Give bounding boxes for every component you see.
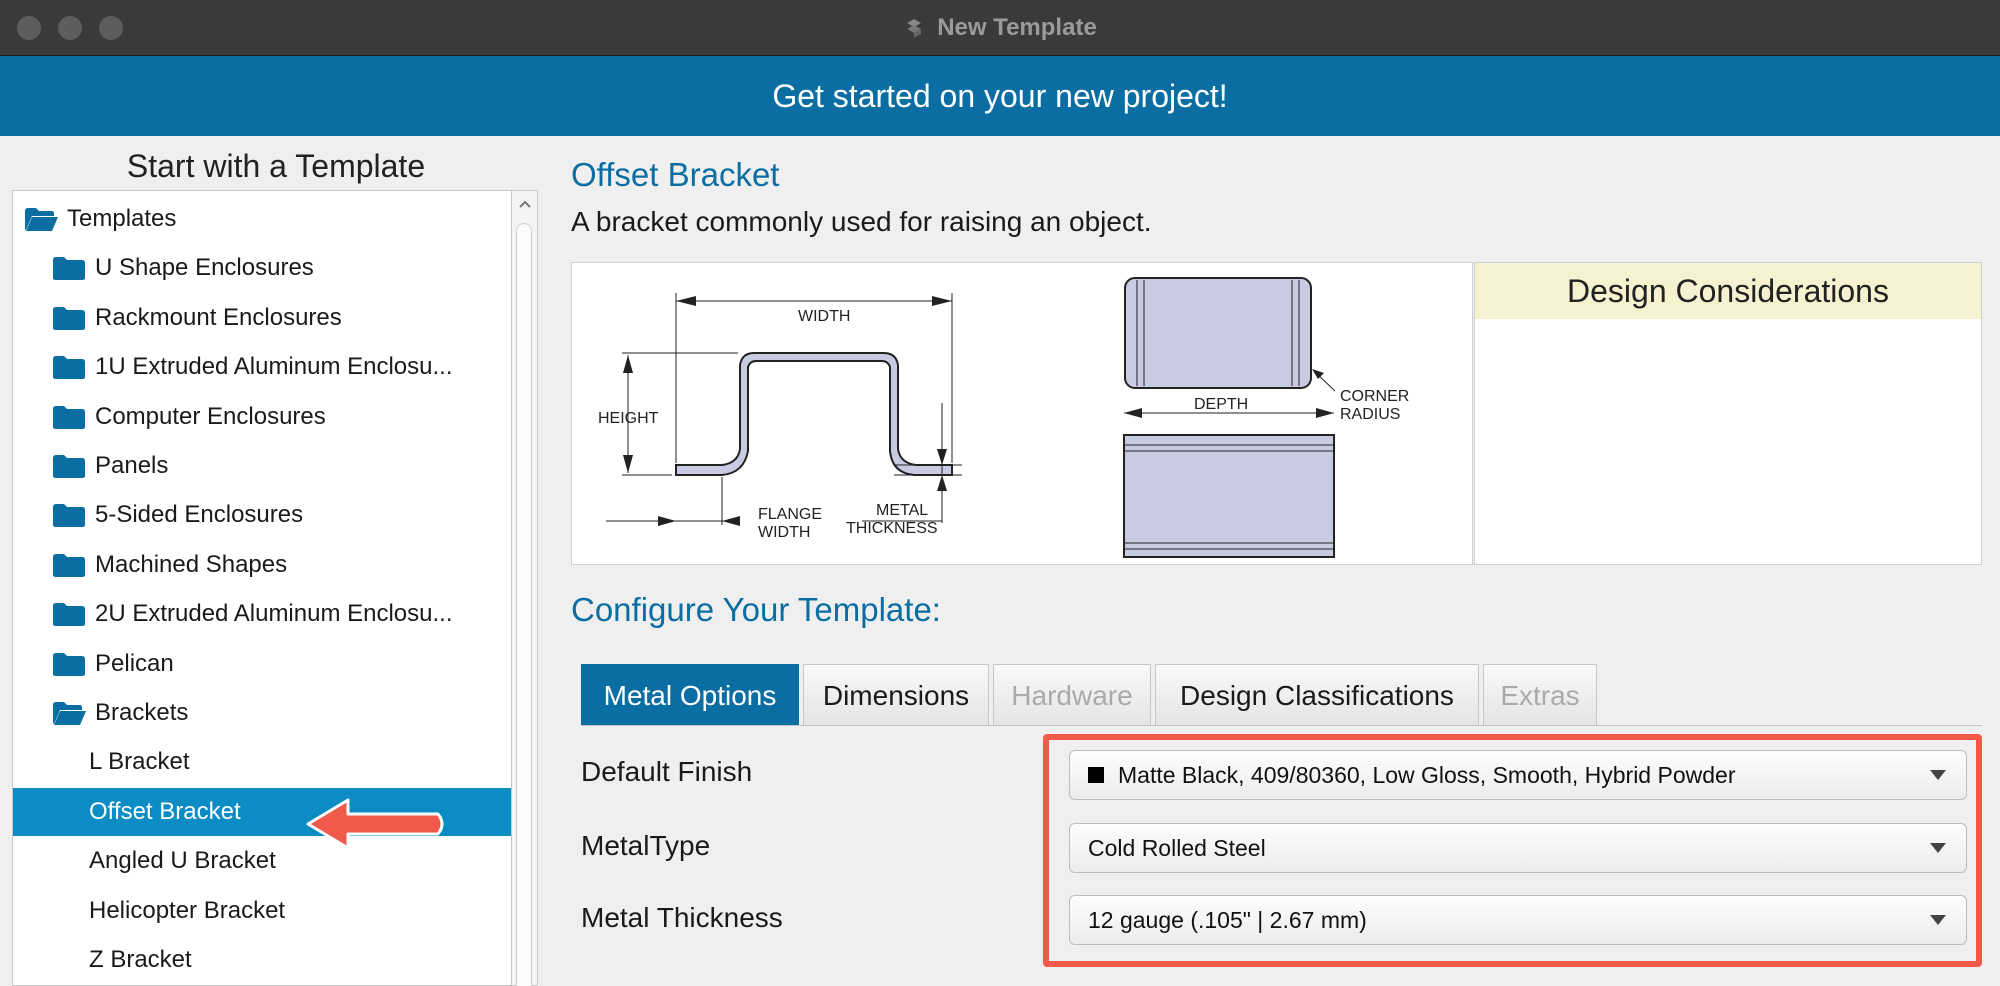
bracket-profile — [675, 352, 953, 476]
folder-icon — [53, 306, 85, 330]
tree-item-brackets[interactable]: Brackets — [13, 689, 511, 737]
tab-design-classifications[interactable]: Design Classifications — [1155, 664, 1479, 726]
folder-icon — [53, 652, 85, 676]
folder-open-icon — [53, 702, 86, 725]
tree-item-1u-extruded-aluminum-enclosu[interactable]: 1U Extruded Aluminum Enclosu... — [13, 343, 511, 391]
tab-dimensions[interactable]: Dimensions — [803, 664, 989, 726]
tree-item-templates[interactable]: Templates — [13, 195, 511, 243]
finish-color-swatch — [1088, 767, 1104, 783]
tree-item-label: Z Bracket — [89, 946, 192, 973]
template-tree[interactable]: Templates U Shape Enclosures Rackmount Enc… — [12, 190, 512, 986]
tab-hardware[interactable]: Hardware — [993, 664, 1151, 726]
metal-thickness-label-2: THICKNESS — [846, 520, 938, 537]
template-description: A bracket commonly used for raising an o… — [571, 206, 1152, 237]
folder-icon — [53, 553, 85, 577]
window-title-wrap: New Template — [0, 0, 2000, 56]
template-tree-scrollbar[interactable] — [512, 190, 538, 986]
chevron-down-icon — [1930, 843, 1946, 853]
metal-type-label: MetalType — [581, 830, 711, 861]
tree-item-label: 5-Sided Enclosures — [95, 501, 304, 529]
folder-icon — [53, 405, 85, 429]
tree-item-label: Pelican — [95, 649, 174, 677]
height-label: HEIGHT — [598, 410, 659, 427]
corner-radius-label-1: CORNER — [1340, 388, 1409, 405]
tree-item-label: 2U Extruded Aluminum Enclosu... — [95, 600, 453, 628]
app-icon — [907, 19, 922, 38]
tree-item-label: Computer Enclosures — [95, 402, 326, 430]
tree-item-l-bracket[interactable]: L Bracket — [13, 738, 511, 786]
folder-open-icon — [25, 208, 58, 231]
tree-item-helicopter-bracket[interactable]: Helicopter Bracket — [13, 887, 511, 935]
tree-item-label: Rackmount Enclosures — [95, 303, 342, 331]
tab-metal-options[interactable]: Metal Options — [581, 664, 799, 726]
scrollbar-thumb[interactable] — [516, 223, 532, 986]
configure-title: Configure Your Template: — [571, 591, 941, 628]
folder-icon — [53, 504, 85, 528]
tree-item-label: Angled U Bracket — [89, 847, 276, 875]
design-considerations-heading: Design Considerations — [1475, 263, 1981, 319]
tab-extras[interactable]: Extras — [1483, 664, 1597, 726]
metal-thickness-label: Metal Thickness — [581, 902, 783, 933]
tree-item-label: U Shape Enclosures — [95, 254, 314, 282]
tree-item-computer-enclosures[interactable]: Computer Enclosures — [13, 393, 511, 441]
tree-item-machined-shapes[interactable]: Machined Shapes — [13, 541, 511, 589]
chevron-down-icon — [1930, 770, 1946, 780]
tree-item-label: L Bracket — [89, 748, 190, 776]
tree-item-2u-extruded-aluminum-enclosu[interactable]: 2U Extruded Aluminum Enclosu... — [13, 590, 511, 638]
width-label: WIDTH — [798, 308, 850, 325]
offset-bracket-drawing: WIDTH HEIGHT FLANGE WIDTH METAL THICKNES… — [598, 277, 1409, 558]
new-template-window: New Template Get started on your new pro… — [0, 0, 2000, 986]
flange-width-label-1: FLANGE — [758, 506, 822, 523]
tree-item-u-shape-enclosures[interactable]: U Shape Enclosures — [13, 244, 511, 292]
tree-item-label: Helicopter Bracket — [89, 896, 286, 924]
title-bar: New Template — [0, 0, 2000, 56]
design-considerations-panel: Design Considerations — [1474, 262, 1982, 565]
tree-item-label: Offset Bracket — [89, 797, 241, 825]
bracket-front-view — [1123, 434, 1335, 558]
template-list-heading: Start with a Template — [126, 148, 426, 184]
tree-item-5-sided-enclosures[interactable]: 5-Sided Enclosures — [13, 491, 511, 539]
corner-radius-label-2: RADIUS — [1340, 406, 1400, 423]
tree-item-z-bracket[interactable]: Z Bracket — [13, 936, 511, 984]
tree-item-label: Panels — [95, 452, 169, 479]
template-title: Offset Bracket — [571, 156, 780, 193]
default-finish-label: Default Finish — [581, 756, 753, 787]
tree-item-rackmount-enclosures[interactable]: Rackmount Enclosures — [13, 294, 511, 342]
metal-thickness-label-1: METAL — [876, 502, 928, 519]
configure-tabs: Metal Options Dimensions Hardware Design… — [581, 664, 1601, 726]
folder-icon — [53, 603, 85, 627]
bracket-diagram: WIDTH HEIGHT FLANGE WIDTH METAL THICKNES… — [571, 262, 1473, 565]
tab-divider — [581, 725, 1982, 726]
default-finish-select[interactable]: Matte Black, 409/80360, Low Gloss, Smoot… — [1069, 750, 1967, 800]
welcome-banner: Get started on your new project! — [0, 56, 2000, 136]
tree-item-panels[interactable]: Panels — [13, 442, 511, 490]
depth-label: DEPTH — [1194, 396, 1248, 413]
tree-item-pelican[interactable]: Pelican — [13, 640, 511, 688]
folder-icon — [53, 257, 85, 281]
tree-item-label: 1U Extruded Aluminum Enclosu... — [95, 353, 453, 381]
flange-width-label-2: WIDTH — [758, 524, 810, 541]
metal-thickness-select[interactable]: 12 gauge (.105" | 2.67 mm) — [1069, 895, 1967, 945]
tree-item-label: Machined Shapes — [95, 550, 288, 578]
folder-icon — [53, 356, 85, 380]
tree-item-label: Templates — [67, 205, 177, 232]
metal-type-value: Cold Rolled Steel — [1088, 834, 1266, 861]
folder-icon — [53, 455, 85, 478]
default-finish-value: Matte Black, 409/80360, Low Gloss, Smoot… — [1118, 761, 1736, 788]
window-title: New Template — [937, 14, 1097, 41]
bracket-top-view — [1124, 277, 1312, 389]
metal-type-select[interactable]: Cold Rolled Steel — [1069, 823, 1967, 873]
chevron-down-icon — [1930, 915, 1946, 925]
annotation-arrow-icon — [306, 798, 444, 850]
metal-thickness-value: 12 gauge (.105" | 2.67 mm) — [1088, 906, 1367, 933]
tree-item-label: Brackets — [95, 699, 189, 726]
scroll-up-icon[interactable] — [512, 191, 538, 217]
